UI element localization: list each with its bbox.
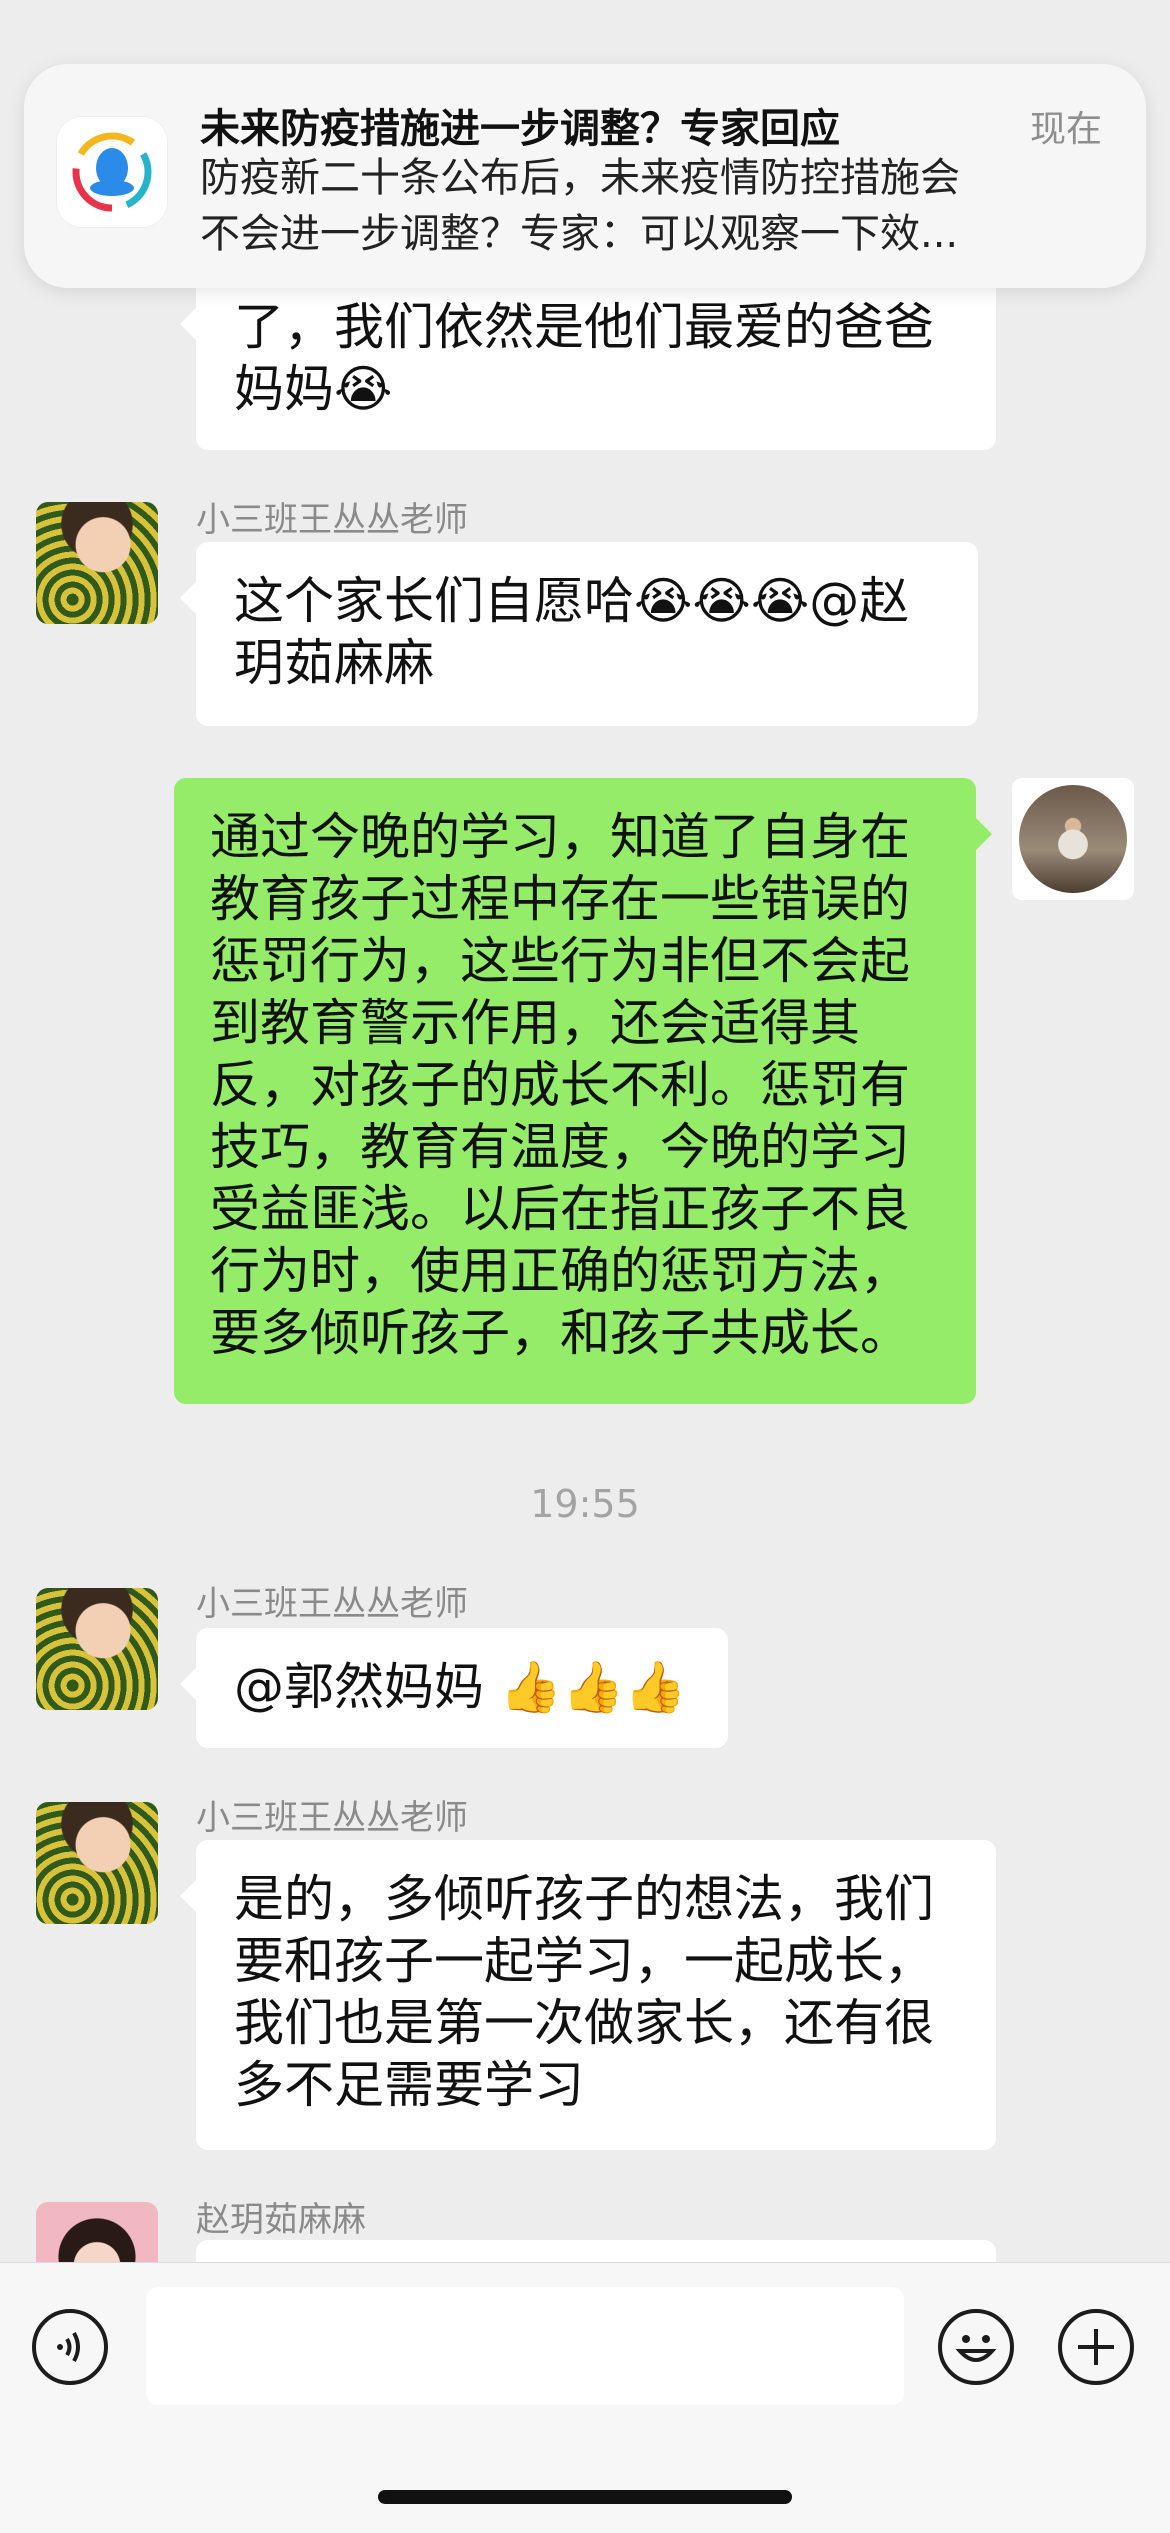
notification-title: 未来防疫措施进一步调整？专家回应	[200, 106, 840, 152]
message-bubble[interactable]: @郭然妈妈 👍👍👍	[180, 1628, 728, 1748]
message-line: 妈妈😭	[234, 360, 393, 418]
voice-icon[interactable]	[32, 2309, 108, 2385]
avatar-photo	[1019, 785, 1127, 893]
message-line: 受益匪浅。以后在指正孩子不良	[210, 1180, 910, 1238]
message-line: 要和孩子一起学习，一起成长，	[234, 1932, 934, 1990]
sender-name: 小三班王丛丛老师	[196, 1584, 468, 1624]
my-avatar[interactable]	[1012, 778, 1134, 900]
message-line: 要多倾听孩子，和孩子共成长。	[210, 1304, 910, 1362]
sender-name: 小三班王丛丛老师	[196, 1798, 468, 1838]
notification-body: 防疫新二十条公布后，未来疫情防控措施会 不会进一步调整？专家：可以观察一下效..…	[200, 150, 1100, 262]
message-line: 是的，多倾听孩子的想法，我们	[234, 1870, 934, 1928]
my-message-bubble[interactable]: 通过今晚的学习，知道了自身在 教育孩子过程中存在一些错误的 惩罚行为，这些行为非…	[174, 778, 992, 1404]
notification-line: 防疫新二十条公布后，未来疫情防控措施会	[200, 155, 960, 201]
message-line: 通过今晚的学习，知道了自身在	[210, 808, 910, 866]
emoji-icon[interactable]	[938, 2309, 1014, 2385]
message-bubble[interactable]: 这个家长们自愿哈😭😭😭@赵 玥茹麻麻	[180, 542, 978, 726]
message-bubble[interactable]: 是的，多倾听孩子的想法，我们 要和孩子一起学习，一起成长， 我们也是第一次做家长…	[180, 1840, 996, 2150]
message-line: 反，对孩子的成长不利。惩罚有	[210, 1056, 910, 1114]
notification-time: 现在	[1029, 109, 1102, 150]
message-input[interactable]	[146, 2287, 904, 2405]
notification-line: 不会进一步调整？专家：可以观察一下效...	[200, 211, 959, 257]
message-line: 玥茹麻麻	[234, 634, 434, 692]
news-app-icon	[56, 116, 168, 228]
message-line: 教育孩子过程中存在一些错误的	[210, 870, 910, 928]
message-line: 这个家长们自愿哈😭😭😭@赵	[234, 572, 910, 630]
avatar[interactable]	[36, 1588, 158, 1710]
notification-banner[interactable]: 未来防疫措施进一步调整？专家回应 现在 防疫新二十条公布后，未来疫情防控措施会 …	[24, 64, 1146, 288]
message-line: 了，我们依然是他们最爱的爸爸	[234, 298, 934, 356]
message-line: 惩罚行为，这些行为非但不会起	[210, 932, 910, 990]
avatar[interactable]	[36, 502, 158, 624]
avatar[interactable]	[36, 2202, 158, 2262]
avatar[interactable]	[36, 1802, 158, 1924]
message-line: 多不足需要学习	[234, 2056, 584, 2114]
chat-area[interactable]: 了，我们依然是他们最爱的爸爸 妈妈😭 小三班王丛丛老师 这个家长们自愿哈😭😭😭@…	[0, 0, 1170, 2262]
sender-name: 赵玥茹麻麻	[196, 2200, 366, 2240]
message-line: 我们也是第一次做家长，还有很	[234, 1994, 934, 2052]
sender-name: 小三班王丛丛老师	[196, 500, 468, 540]
plus-icon[interactable]	[1058, 2309, 1134, 2385]
message-line: 行为时，使用正确的惩罚方法，	[210, 1242, 910, 1300]
message-line: 到教育警示作用，还会适得其	[210, 994, 860, 1052]
message-bubble[interactable]	[196, 2240, 996, 2262]
message-bubble[interactable]: 了，我们依然是他们最爱的爸爸 妈妈😭	[180, 268, 996, 450]
home-indicator[interactable]	[378, 2490, 792, 2504]
timestamp: 19:55	[530, 1482, 640, 1526]
message-text: @郭然妈妈 👍👍👍	[234, 1658, 687, 1716]
message-line: 技巧，教育有温度，今晚的学习	[210, 1118, 910, 1176]
